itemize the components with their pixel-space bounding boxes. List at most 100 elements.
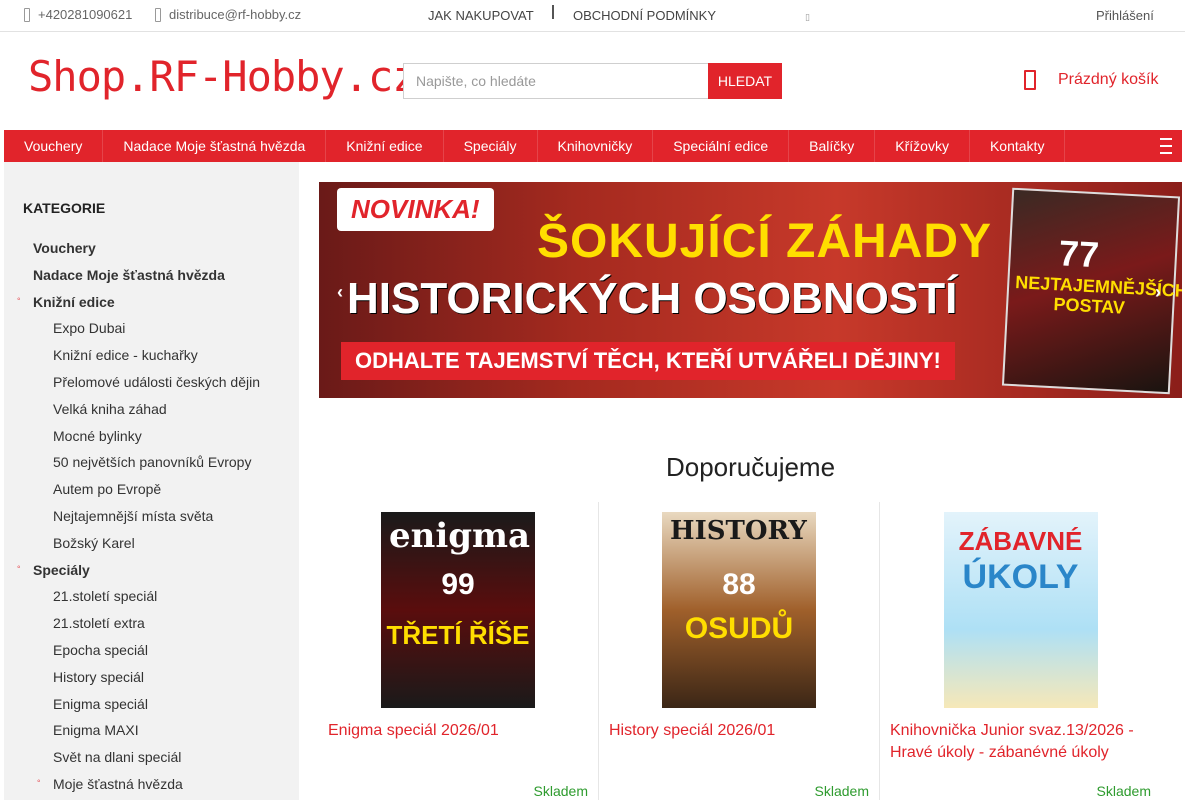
cover-text: OSUDŮ xyxy=(684,612,794,645)
phone-icon xyxy=(24,7,30,22)
link-how-to-buy[interactable]: JAK NAKUPOVAT xyxy=(428,8,534,23)
cover-num: 88 xyxy=(722,568,756,601)
login-link[interactable]: Přihlášení xyxy=(1096,8,1154,23)
sidebar-item[interactable]: Autem po Evropě xyxy=(53,481,161,497)
sidebar-item[interactable]: Knižní edice - kuchařky xyxy=(53,347,198,363)
product-card[interactable]: enigma 99 TŘETÍ ŘÍŠE Enigma speciál 2026… xyxy=(318,502,599,800)
sidebar-item[interactable]: 21.století speciál xyxy=(53,588,157,604)
sidebar-item[interactable]: ◦ Knižní edice xyxy=(17,294,115,310)
cart-icon xyxy=(1024,70,1036,90)
sidebar-item[interactable]: Mocné bylinky xyxy=(53,428,142,444)
sidebar-item[interactable]: Enigma speciál xyxy=(53,696,148,712)
sidebar-item-label[interactable]: Speciály xyxy=(33,562,90,578)
sidebar-item-label[interactable]: Autem po Evropě xyxy=(53,481,161,497)
sidebar-item[interactable]: Epocha speciál xyxy=(53,642,148,658)
search-bar: HLEDAT xyxy=(403,63,782,99)
cart-label[interactable]: Prázdný košík xyxy=(1058,71,1158,89)
separator xyxy=(552,5,554,19)
cart[interactable]: Prázdný košík xyxy=(1024,70,1158,90)
bullet-icon: ◦ xyxy=(17,561,21,573)
cover-num: 99 xyxy=(441,568,475,601)
sidebar-item-label[interactable]: 50 největších panovníků Evropy xyxy=(53,454,251,470)
sidebar-title: KATEGORIE xyxy=(23,200,106,216)
nav-specialni-edice[interactable]: Speciální edice xyxy=(653,130,790,162)
nav-krizovky[interactable]: Křížovky xyxy=(875,130,970,162)
mag-title: NEJTAJEMNĚJŠÍCH POSTAV xyxy=(1014,272,1182,318)
sidebar-item-label[interactable]: History speciál xyxy=(53,669,144,685)
banner-prev-icon[interactable]: ‹ xyxy=(337,282,343,303)
sidebar-item-label[interactable]: Epocha speciál xyxy=(53,642,148,658)
nav-vouchery[interactable]: Vouchery xyxy=(4,130,104,162)
sidebar-item-label[interactable]: 21.století speciál xyxy=(53,588,157,604)
stock-status: Skladem xyxy=(533,783,588,799)
cover-text: ÚKOLY xyxy=(962,558,1079,596)
phone-contact[interactable]: +420281090621 xyxy=(24,7,132,22)
product-name[interactable]: Knihovnička Junior svaz.13/2026 - Hravé … xyxy=(890,720,1152,764)
sidebar-item[interactable]: Svět na dlani speciál xyxy=(53,749,181,765)
sidebar-item-label[interactable]: Knižní edice - kuchařky xyxy=(53,347,198,363)
sidebar-item[interactable]: Velká kniha záhad xyxy=(53,401,167,417)
sidebar-item[interactable]: Enigma MAXI xyxy=(53,722,139,738)
sidebar-item-label[interactable]: 21.století extra xyxy=(53,615,145,631)
sidebar-item-label[interactable]: Velká kniha záhad xyxy=(53,401,167,417)
banner-line2: HISTORICKÝCH OSOBNOSTÍ xyxy=(347,274,958,323)
menu-icon[interactable] xyxy=(1160,138,1172,154)
sidebar-item[interactable]: 50 největších panovníků Evropy xyxy=(53,454,251,470)
cover-title: enigma xyxy=(389,516,531,556)
mail-icon xyxy=(155,7,161,22)
sidebar-item[interactable]: History speciál xyxy=(53,669,144,685)
site-logo[interactable]: Shop.RF-Hobby.cz xyxy=(28,52,418,101)
nav-knizni-edice[interactable]: Knižní edice xyxy=(326,130,444,162)
banner-next-icon[interactable]: › xyxy=(1155,282,1161,303)
sidebar-item-label[interactable]: Knižní edice xyxy=(33,294,115,310)
sidebar-item[interactable]: Přelomové události českých dějin xyxy=(53,374,260,390)
sidebar-item-label[interactable]: Expo Dubai xyxy=(53,320,125,336)
top-bar: +420281090621 distribuce@rf-hobby.cz JAK… xyxy=(0,0,1185,32)
search-input[interactable] xyxy=(403,63,708,99)
cover-text: TŘETÍ ŘÍŠE xyxy=(386,620,530,650)
sidebar-item-label[interactable]: Božský Karel xyxy=(53,535,135,551)
product-card[interactable]: HISTORY 88 OSUDŮ History speciál 2026/01… xyxy=(599,502,880,800)
product-image[interactable]: ZÁBAVNÉ ÚKOLY xyxy=(943,512,1098,708)
nav-knihovnicky[interactable]: Knihovničky xyxy=(538,130,654,162)
sidebar-item[interactable]: ◦ Speciály xyxy=(17,562,90,578)
nav-specialy[interactable]: Speciály xyxy=(444,130,538,162)
bullet-icon: ◦ xyxy=(37,776,41,787)
sidebar-item[interactable]: Nadace Moje šťastná hvězda xyxy=(33,267,225,283)
hero-banner[interactable]: NOVINKA! ŠOKUJÍCÍ ZÁHADY HISTORICKÝCH OS… xyxy=(319,182,1182,398)
nav-balicky[interactable]: Balíčky xyxy=(789,130,876,162)
product-name[interactable]: History speciál 2026/01 xyxy=(609,720,871,742)
sidebar-item-label[interactable]: Enigma MAXI xyxy=(53,722,139,738)
sidebar-item-label[interactable]: Nejtajemnější místa světa xyxy=(53,508,213,524)
sidebar-item-label[interactable]: Přelomové události českých dějin xyxy=(53,374,260,390)
product-name[interactable]: Enigma speciál 2026/01 xyxy=(328,720,590,742)
sidebar-item-label[interactable]: Moje šťastná hvězda xyxy=(53,776,183,792)
language-flag-icon[interactable]: ▯ xyxy=(805,12,810,23)
product-image[interactable]: HISTORY 88 OSUDŮ xyxy=(662,512,816,708)
sidebar-item[interactable]: Nejtajemnější místa světa xyxy=(53,508,213,524)
email-address[interactable]: distribuce@rf-hobby.cz xyxy=(169,7,301,22)
bullet-icon: ◦ xyxy=(17,293,21,305)
mag-number: 77 xyxy=(1057,232,1101,276)
nav-nadace[interactable]: Nadace Moje šťastná hvězda xyxy=(103,130,327,162)
sidebar-item-label[interactable]: Svět na dlani speciál xyxy=(53,749,181,765)
sidebar-item[interactable]: Božský Karel xyxy=(53,535,135,551)
sidebar-item[interactable]: ◦ Moje šťastná hvězda xyxy=(37,776,183,792)
sidebar-item[interactable]: 21.století extra xyxy=(53,615,145,631)
sidebar-item[interactable]: Expo Dubai xyxy=(53,320,125,336)
sidebar-item-label[interactable]: Vouchery xyxy=(33,240,96,256)
product-image[interactable]: enigma 99 TŘETÍ ŘÍŠE xyxy=(381,512,535,708)
sidebar-item-label[interactable]: Nadace Moje šťastná hvězda xyxy=(33,267,225,283)
link-terms[interactable]: OBCHODNÍ PODMÍNKY xyxy=(573,8,716,23)
phone-number[interactable]: +420281090621 xyxy=(38,7,132,22)
sidebar-item-label[interactable]: Enigma speciál xyxy=(53,696,148,712)
email-contact[interactable]: distribuce@rf-hobby.cz xyxy=(155,7,301,22)
banner-magazine-cover: 77 NEJTAJEMNĚJŠÍCH POSTAV xyxy=(1001,187,1182,395)
nav-kontakty[interactable]: Kontakty xyxy=(970,130,1066,162)
stock-status: Skladem xyxy=(1096,783,1151,799)
cover-title: HISTORY xyxy=(670,516,807,546)
sidebar-item-label[interactable]: Mocné bylinky xyxy=(53,428,142,444)
search-button[interactable]: HLEDAT xyxy=(708,63,782,99)
product-card[interactable]: ZÁBAVNÉ ÚKOLY Knihovnička Junior svaz.13… xyxy=(880,502,1161,800)
sidebar-item[interactable]: Vouchery xyxy=(33,240,96,256)
